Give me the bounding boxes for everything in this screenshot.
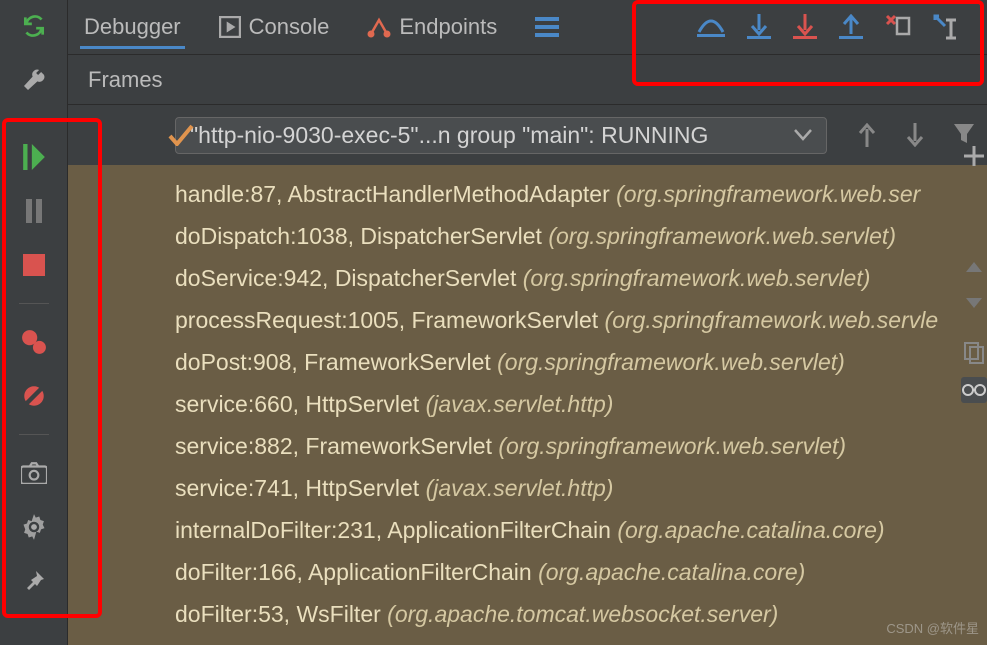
stop-icon[interactable] xyxy=(16,247,52,283)
frame-loc: doPost:908, FrameworkServlet xyxy=(175,349,497,375)
frame-item[interactable]: service:882, FrameworkServlet (org.sprin… xyxy=(175,425,983,467)
frame-item[interactable]: doDispatch:1038, DispatcherServlet (org.… xyxy=(175,215,983,257)
pin-icon[interactable] xyxy=(16,563,52,599)
check-icon xyxy=(168,124,194,146)
frame-item[interactable]: doService:942, DispatcherServlet (org.sp… xyxy=(175,257,983,299)
frame-loc: doFilter:166, ApplicationFilterChain xyxy=(175,559,538,585)
main-panel: Debugger Console Endpoints xyxy=(68,0,987,645)
frame-pkg: (javax.servlet.http) xyxy=(426,391,614,417)
tab-console[interactable]: Console xyxy=(215,8,334,46)
menu-icon[interactable] xyxy=(535,17,559,37)
step-toolbar xyxy=(697,14,975,40)
frames-label: Frames xyxy=(88,67,163,93)
frame-loc: doFilter:53, WsFilter xyxy=(175,601,387,627)
frame-pkg: (org.apache.catalina.core) xyxy=(538,559,805,585)
chevron-down-icon xyxy=(794,129,812,141)
endpoints-icon xyxy=(367,16,391,38)
frame-item[interactable]: doPost:908, FrameworkServlet (org.spring… xyxy=(175,341,983,383)
frame-pkg: (javax.servlet.http) xyxy=(426,475,614,501)
tab-endpoints[interactable]: Endpoints xyxy=(363,8,501,46)
tab-debugger[interactable]: Debugger xyxy=(80,8,185,49)
force-step-into-icon[interactable] xyxy=(793,14,817,40)
frame-pkg: (org.springframework.web.ser xyxy=(616,181,920,207)
frame-pkg: (org.springframework.web.servlet) xyxy=(523,265,871,291)
thread-selector[interactable]: "http-nio-9030-exec-5"...n group "main":… xyxy=(175,117,827,154)
tab-endpoints-label: Endpoints xyxy=(399,14,497,40)
settings-icon[interactable] xyxy=(16,509,52,545)
frame-item[interactable]: processRequest:1005, FrameworkServlet (o… xyxy=(175,299,983,341)
watermark: CSDN @软件星 xyxy=(886,618,979,637)
run-to-cursor-icon[interactable] xyxy=(933,14,959,40)
frame-loc: internalDoFilter:231, ApplicationFilterC… xyxy=(175,517,617,543)
frame-loc: processRequest:1005, FrameworkServlet xyxy=(175,307,605,333)
step-into-icon[interactable] xyxy=(747,14,771,40)
frame-item[interactable]: doFilter:166, ApplicationFilterChain (or… xyxy=(175,551,983,593)
step-over-icon[interactable] xyxy=(697,14,725,40)
step-out-icon[interactable] xyxy=(839,14,863,40)
tab-console-label: Console xyxy=(249,14,330,40)
frame-pkg: (org.apache.catalina.core) xyxy=(617,517,884,543)
frame-item[interactable]: doFilter:53, WsFilter (org.apache.tomcat… xyxy=(175,593,983,635)
frame-pkg: (org.springframework.web.servle xyxy=(605,307,939,333)
resume-icon[interactable] xyxy=(16,139,52,175)
tab-debugger-label: Debugger xyxy=(84,14,181,40)
frame-pkg: (org.apache.tomcat.websocket.server) xyxy=(387,601,778,627)
camera-icon[interactable] xyxy=(16,455,52,491)
frame-item[interactable]: service:660, HttpServlet (javax.servlet.… xyxy=(175,383,983,425)
next-frame-icon[interactable] xyxy=(905,123,925,147)
glasses-icon[interactable] xyxy=(961,377,987,403)
play-in-box-icon xyxy=(219,16,241,38)
frame-pkg: (org.springframework.web.servlet) xyxy=(497,349,845,375)
thread-selector-text: "http-nio-9030-exec-5"...n group "main":… xyxy=(190,122,708,149)
tab-bar: Debugger Console Endpoints xyxy=(68,0,987,55)
frame-loc: service:741, HttpServlet xyxy=(175,475,426,501)
frame-loc: doService:942, DispatcherServlet xyxy=(175,265,523,291)
plus-icon[interactable] xyxy=(963,145,985,167)
frame-item[interactable]: service:741, HttpServlet (javax.servlet.… xyxy=(175,467,983,509)
frame-item[interactable]: internalDoFilter:231, ApplicationFilterC… xyxy=(175,509,983,551)
prev-frame-icon[interactable] xyxy=(857,123,877,147)
copy-icon[interactable] xyxy=(962,341,986,365)
right-gutter xyxy=(960,105,987,645)
frame-loc: doDispatch:1038, DispatcherServlet xyxy=(175,223,548,249)
frame-pkg: (org.springframework.web.servlet) xyxy=(498,433,846,459)
frame-loc: service:660, HttpServlet xyxy=(175,391,426,417)
scroll-up-icon[interactable] xyxy=(962,255,986,279)
view-breakpoints-icon[interactable] xyxy=(16,324,52,360)
frame-item[interactable]: handle:87, AbstractHandlerMethodAdapter … xyxy=(175,173,983,215)
rerun-icon[interactable] xyxy=(16,8,52,44)
mute-breakpoints-icon[interactable] xyxy=(16,378,52,414)
drop-frame-icon[interactable] xyxy=(885,14,911,40)
pause-icon[interactable] xyxy=(16,193,52,229)
left-toolbar xyxy=(0,0,68,645)
frames-list[interactable]: handle:87, AbstractHandlerMethodAdapter … xyxy=(68,165,987,645)
frame-loc: service:882, FrameworkServlet xyxy=(175,433,498,459)
wrench-icon[interactable] xyxy=(16,62,52,98)
frame-pkg: (org.springframework.web.servlet) xyxy=(548,223,896,249)
scroll-down-icon[interactable] xyxy=(962,291,986,315)
frame-loc: handle:87, AbstractHandlerMethodAdapter xyxy=(175,181,616,207)
thread-row: "http-nio-9030-exec-5"...n group "main":… xyxy=(68,105,987,165)
frames-header: Frames xyxy=(68,55,987,105)
